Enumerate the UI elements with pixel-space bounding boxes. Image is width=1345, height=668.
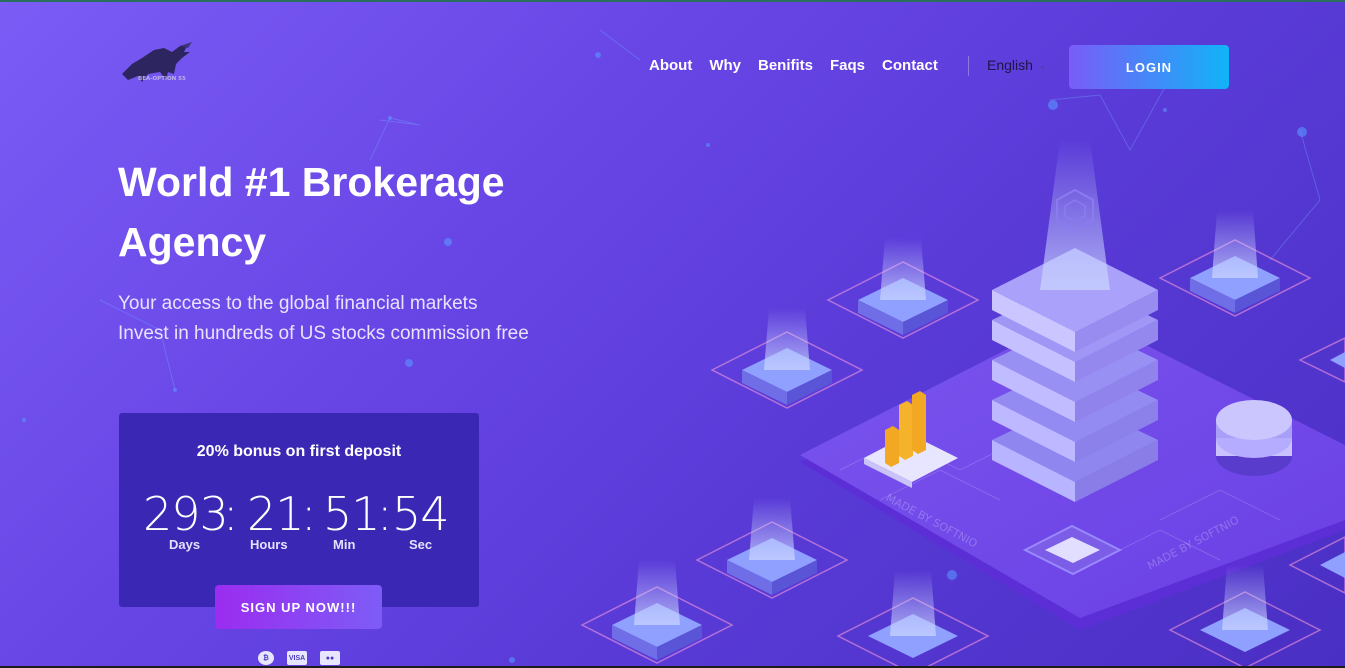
server-tower [992, 140, 1158, 502]
countdown-hours: 21 [247, 487, 305, 541]
mastercard-icon: ●● [320, 651, 340, 665]
countdown-days-label: Days [169, 537, 201, 552]
countdown-hours-label: Hours [250, 537, 288, 552]
countdown-sep-2: : [301, 487, 316, 541]
nav-benifits[interactable]: Benifits [758, 57, 813, 74]
countdown-minutes: 51 [323, 487, 381, 541]
logo-text: BEA-OPTION 55 [138, 76, 186, 82]
language-label: English [987, 57, 1033, 73]
hero-subtitle-line-2: Invest in hundreds of US stocks commissi… [118, 323, 529, 344]
hero-title: World #1 Brokerage Agency [118, 159, 505, 265]
signup-button[interactable]: SIGN UP NOW!!! [215, 585, 382, 629]
bonus-countdown-panel: 20% bonus on first deposit 293 : 21 : 51… [119, 413, 479, 607]
countdown-sep-3: : [377, 487, 392, 541]
nav-why[interactable]: Why [709, 57, 741, 74]
countdown-sec-label: Sec [409, 537, 433, 552]
login-button[interactable]: LOGIN [1069, 45, 1229, 89]
countdown-days: 293 [143, 487, 229, 541]
database-icon-graphic [1216, 400, 1292, 476]
main-nav: About Why Benifits Faqs Contact [649, 57, 955, 74]
nav-contact[interactable]: Contact [882, 57, 938, 74]
countdown-min-label: Min [333, 537, 356, 552]
countdown-sep-1: : [223, 487, 238, 541]
isometric-illustration: MADE BY SOFTNIO MADE BY SOFTNIO [580, 140, 1345, 668]
countdown-title: 20% bonus on first deposit [196, 443, 402, 460]
nav-divider [968, 56, 969, 76]
bitcoin-icon: ₿ [258, 651, 274, 665]
visa-icon: VISA [287, 651, 307, 665]
countdown-seconds: 54 [392, 487, 450, 541]
nav-faqs[interactable]: Faqs [830, 57, 865, 74]
hero-subtitle-line-1: Your access to the global financial mark… [118, 293, 478, 314]
bull-logo[interactable]: BEA-OPTION 55 [118, 42, 196, 92]
chevron-down-icon: ⌄ [1038, 59, 1047, 70]
language-select[interactable]: English ⌄ [987, 57, 1046, 73]
nav-about[interactable]: About [649, 57, 692, 74]
hero-subtitle: Your access to the global financial mark… [118, 289, 529, 349]
